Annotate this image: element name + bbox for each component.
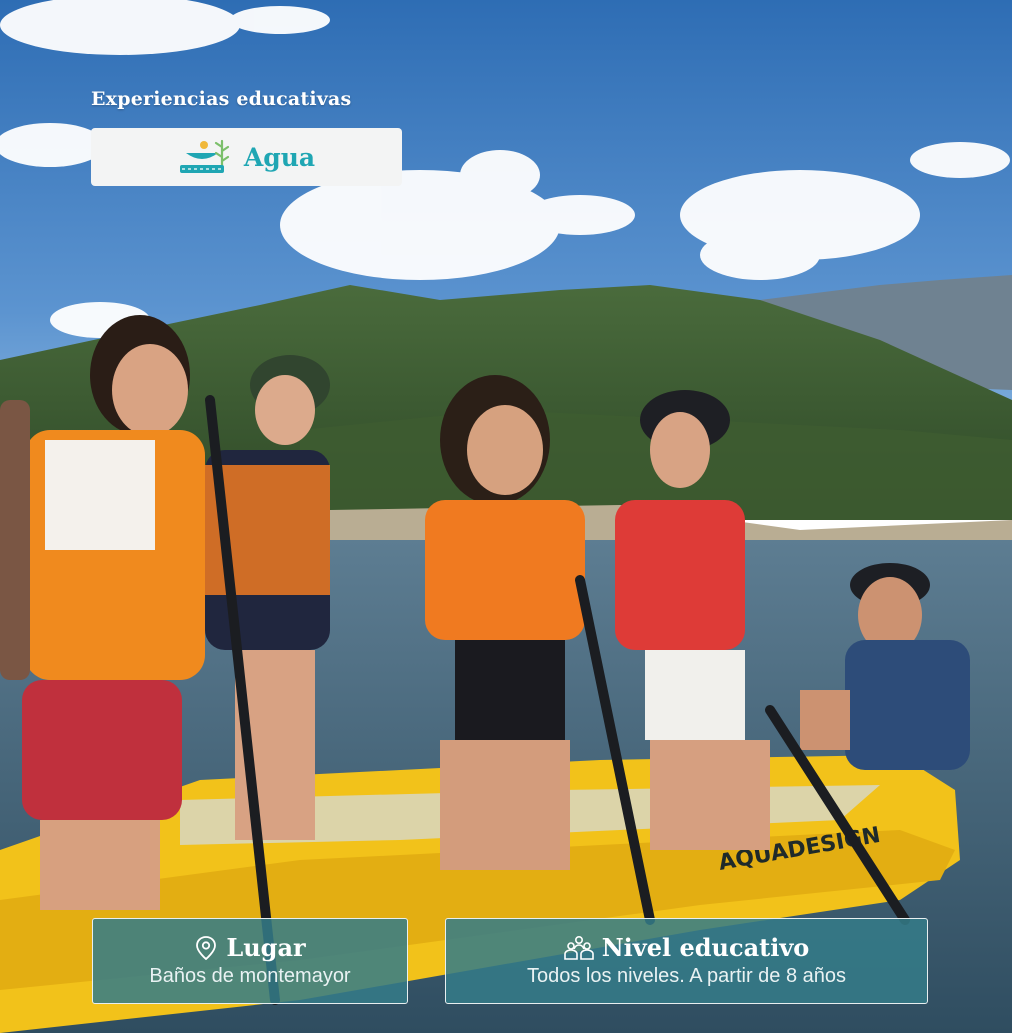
hero-photo: AQUADESIGN Experiencias educativas Agua … xyxy=(0,0,1012,1033)
location-pin-icon xyxy=(196,936,217,961)
place-card: Lugar Baños de montemayor xyxy=(92,918,408,1004)
level-title: Nivel educativo xyxy=(601,933,810,962)
water-landscape-icon xyxy=(179,139,229,173)
level-value: Todos los niveles. A partir de 8 años xyxy=(526,965,847,987)
category-label: Agua xyxy=(243,142,316,172)
kicker-label: Experiencias educativas xyxy=(91,88,352,110)
category-badge: Agua xyxy=(91,128,402,186)
place-value: Baños de montemayor xyxy=(149,965,351,987)
level-card: Nivel educativo Todos los niveles. A par… xyxy=(445,918,928,1004)
place-title: Lugar xyxy=(226,933,306,962)
group-people-icon xyxy=(563,935,594,960)
